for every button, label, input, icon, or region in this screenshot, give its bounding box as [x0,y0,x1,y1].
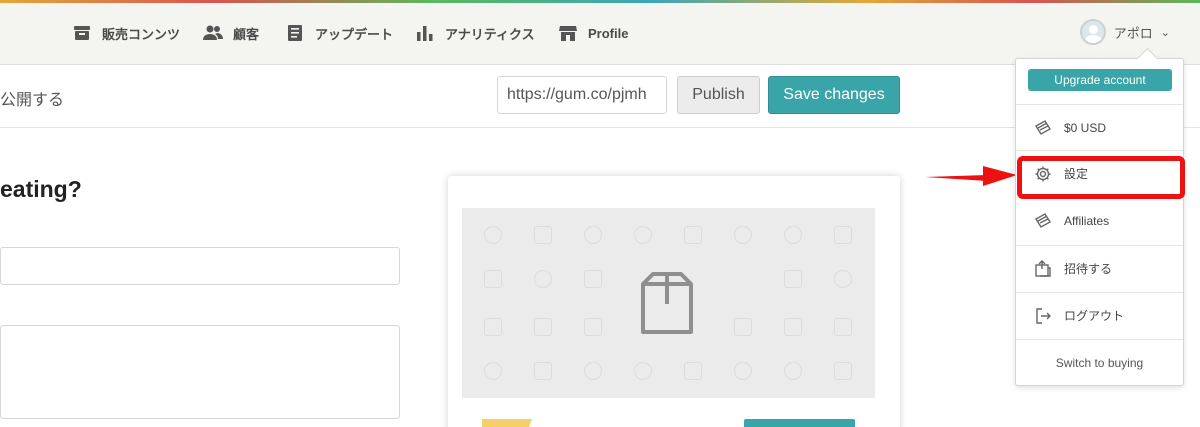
pattern-icon [584,318,602,336]
account-dropdown: Upgrade account $0 USD 設定 Affiliates 招待す… [1015,58,1184,386]
inbox-icon [74,26,90,40]
product-preview-card [448,176,900,427]
nav-item-label: Profile [588,25,629,41]
pattern-icon [834,318,852,336]
ticket-icon [1035,212,1051,228]
menu-item-logout[interactable]: ログアウト [1016,292,1183,338]
menu-item-label: ログアウト [1064,309,1125,323]
nav-item-label: アップデート [315,26,394,42]
name-input[interactable] [0,247,400,285]
pattern-icon [784,270,802,288]
pattern-icon [734,318,752,336]
menu-item-invite[interactable]: 招待する [1016,245,1183,291]
nav-item-customers[interactable]: 顧客 [203,21,259,45]
pattern-icon [834,270,852,288]
pattern-icon [534,270,552,288]
avatar [1079,19,1106,45]
pattern-icon [484,270,502,288]
price-tag [482,419,532,427]
pattern-icon [634,226,652,244]
pattern-icon [784,318,802,336]
pattern-icon [534,318,552,336]
cover-image-placeholder[interactable] [462,208,875,398]
menu-item-balance[interactable]: $0 USD [1016,104,1183,150]
pattern-icon [534,362,552,380]
publish-button[interactable]: Publish [677,76,760,114]
invite-icon [1035,259,1051,277]
pattern-icon [534,226,552,244]
pattern-icon [784,362,802,380]
pattern-icon [734,226,752,244]
pattern-icon [634,362,652,380]
box-icon [641,272,693,334]
section-heading: eating? [0,176,82,202]
upgrade-account-button[interactable]: Upgrade account [1028,69,1172,91]
pattern-icon [684,362,702,380]
nav-item-label: 顧客 [233,26,260,42]
pattern-icon [484,226,502,244]
document-icon [288,25,302,41]
chevron-down-icon: ⌄ [1160,26,1170,39]
nav-item-label: 販売コンンツ [102,26,181,42]
nav-item-profile[interactable]: Profile [558,21,628,45]
user-name: アポロ [1113,25,1153,41]
nav-item-products[interactable]: 販売コンンツ [72,21,180,45]
pattern-icon [734,362,752,380]
pattern-icon [784,226,802,244]
top-nav: 販売コンンツ 顧客 アップデート アナリティクス Profile アポロ ⌄ [0,3,1200,65]
pattern-icon [834,226,852,244]
buy-button[interactable] [744,419,855,427]
pattern-icon [834,362,852,380]
nav-item-label: アナリティクス [445,26,535,42]
menu-item-label: 招待する [1064,262,1113,276]
save-changes-button[interactable]: Save changes [768,76,900,114]
menu-item-affiliates[interactable]: Affiliates [1016,197,1183,243]
annotation-arrow-icon [925,166,1017,186]
description-textarea[interactable] [0,325,400,419]
pattern-icon [584,270,602,288]
page-title: 公開する [0,92,65,109]
ticket-icon [1035,119,1051,135]
logout-icon [1036,307,1051,324]
menu-item-label: $0 USD [1064,120,1107,135]
annotation-highlight-box [1017,156,1185,199]
pattern-icon [684,226,702,244]
menu-item-label: Affiliates [1064,213,1110,228]
nav-item-analytics[interactable]: アナリティクス [415,21,535,45]
pattern-icon [484,318,502,336]
switch-to-buying-link[interactable]: Switch to buying [1016,339,1183,385]
nav-item-updates[interactable]: アップデート [285,21,393,45]
pattern-icon [484,362,502,380]
bar-chart-icon [417,26,433,41]
users-icon [203,25,223,40]
pattern-icon [584,226,602,244]
pattern-icon [584,362,602,380]
store-icon [559,26,577,41]
user-menu-toggle[interactable]: アポロ ⌄ [1079,19,1170,45]
product-url-field[interactable]: https://gum.co/pjmh [497,76,667,114]
